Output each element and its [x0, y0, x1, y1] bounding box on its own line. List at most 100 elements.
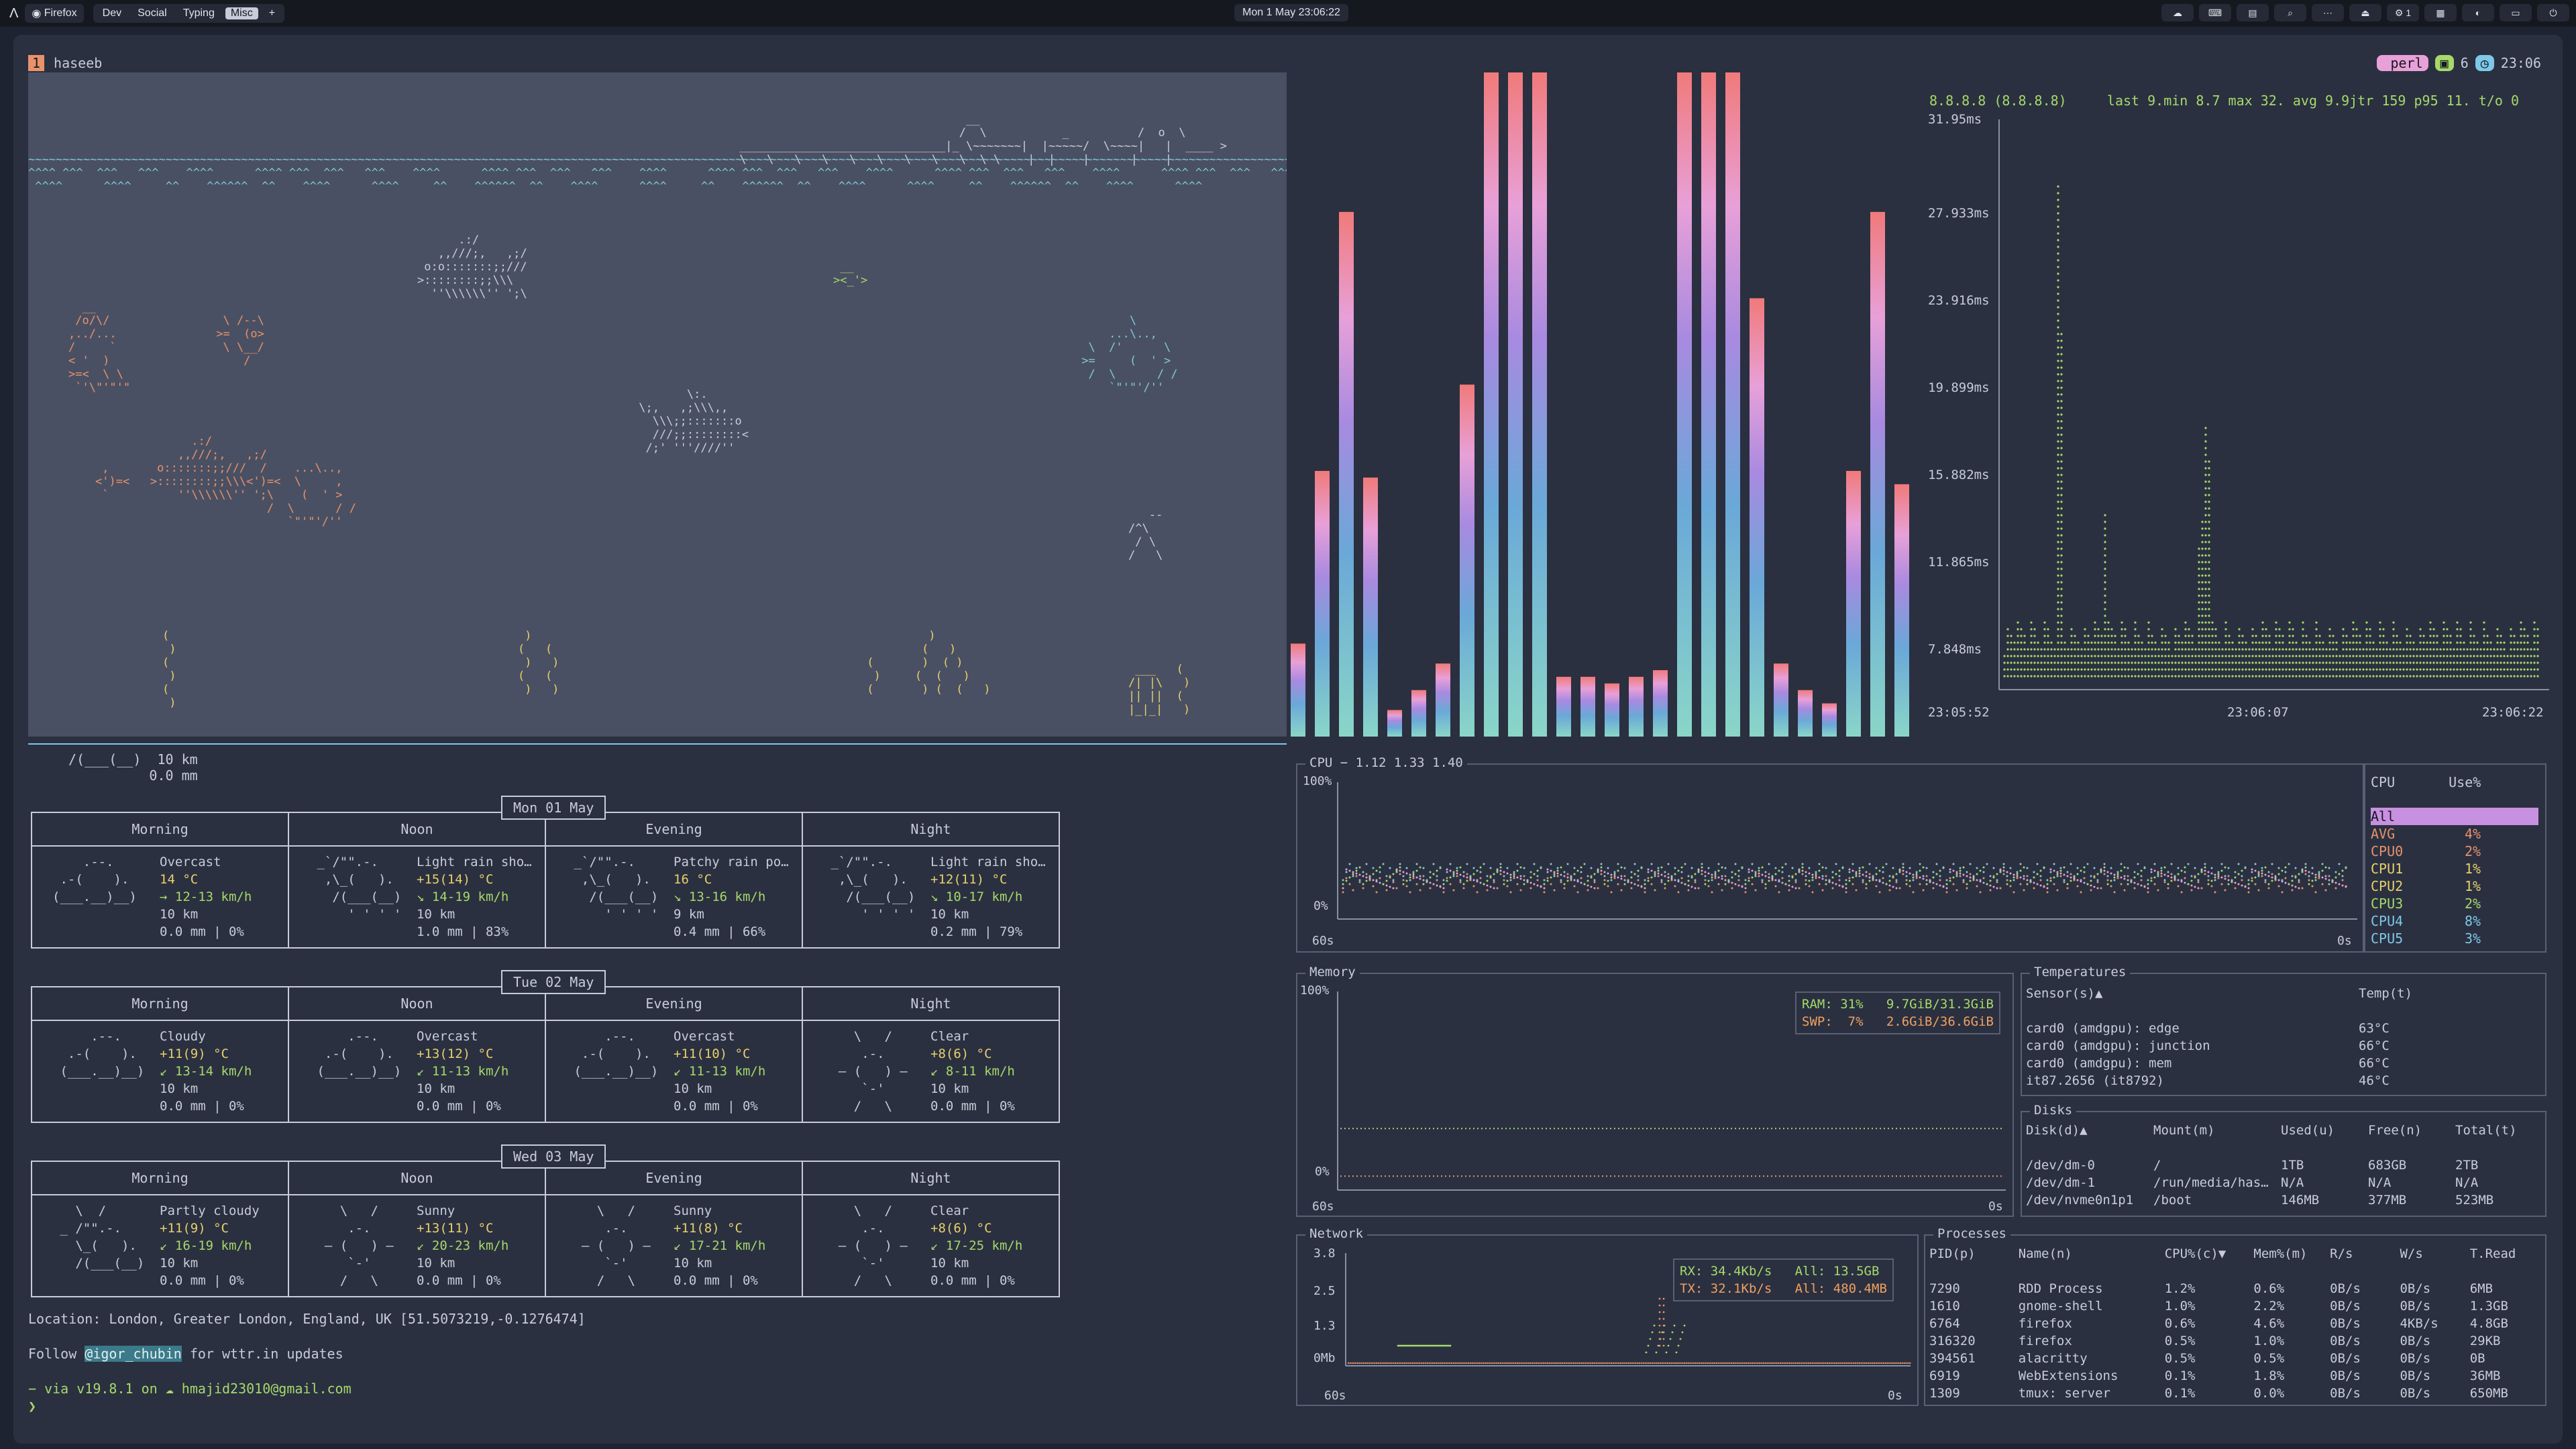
temperatures-row[interactable]: card0 (amdgpu): edge 63°C: [2026, 1020, 2536, 1037]
temperatures-column-header[interactable]: Temp(t): [2359, 985, 2493, 1002]
tray-icon-6[interactable]: ⚙ 1: [2387, 4, 2419, 21]
processes-column-header[interactable]: W/s: [2400, 1245, 2469, 1263]
tab-number: 1: [28, 55, 45, 71]
disks-column-header[interactable]: Free(n): [2368, 1122, 2455, 1139]
disks-column-header[interactable]: Used(u): [2281, 1122, 2368, 1139]
cpu-row-cpu0[interactable]: CPU0 2%: [2371, 843, 2538, 860]
forecast-rain: 0.2 mm | 79%: [930, 924, 1023, 939]
tray-icon-9[interactable]: ▭: [2500, 4, 2532, 21]
temperatures-row[interactable]: card0 (amdgpu): junction 66°C: [2026, 1037, 2536, 1055]
weather-ascii-icon: _`/"".-. ,\_( ). /(___(__) ' ' ' ': [574, 855, 659, 922]
temperatures-row[interactable]: card0 (amdgpu): mem 66°C: [2026, 1055, 2536, 1072]
firefox-icon: ◉: [32, 8, 44, 19]
period-label: Night: [910, 1170, 951, 1186]
workspace-social[interactable]: Social: [132, 7, 172, 19]
forecast-rain: 0.0 mm | 0%: [160, 924, 244, 939]
active-app[interactable]: ◉ Firefox: [25, 4, 84, 23]
windows-count: 6: [2460, 55, 2469, 71]
workspace-switcher: Dev Social Typing Misc +: [93, 4, 285, 23]
forecast-cell: _`/"".-. ,\_( ). /(___(__) ' ' ' ' Patchy…: [546, 847, 803, 947]
network-y-tick: 2.5: [1313, 1284, 1336, 1298]
forecast-temp: +11(8) °C: [674, 1221, 743, 1236]
tray-icon-0[interactable]: ☁: [2161, 4, 2194, 21]
processes-column-header[interactable]: T.Read: [2470, 1245, 2540, 1263]
forecast-vis: 9 km: [674, 907, 704, 922]
processes-column-header[interactable]: R/s: [2330, 1245, 2400, 1263]
forecast-cond: Overcast: [674, 1029, 735, 1044]
forecast-rain: 1.0 mm | 83%: [417, 924, 509, 939]
tray-icon-7[interactable]: ▦: [2424, 4, 2457, 21]
disks-row[interactable]: /dev/nvme0n1p1/boot 146MB 377MB 523MB: [2026, 1191, 2536, 1209]
disks-row[interactable]: /dev/dm-1/run/media/has… N/A N/A N/A: [2026, 1174, 2536, 1191]
period-label: Morning: [32, 813, 289, 845]
disks-column-header[interactable]: Disk(d)▲: [2026, 1122, 2153, 1139]
memory-axis-label: 0%: [1315, 1165, 1330, 1179]
processes-column-header[interactable]: Mem%(m): [2253, 1245, 2330, 1263]
follow-line: Follow @igor_chubin for wttr.in updates: [28, 1346, 343, 1362]
processes-row[interactable]: 394561 alacritty 0.5% 0.5% 0B/s 0B/s 0B: [1929, 1350, 2540, 1367]
forecast-vis: 10 km: [930, 907, 969, 922]
forecast-details: Clear +8(6) °C ↙ 8-11 km/h 10 km 0.0 mm | 0%: [930, 1028, 1015, 1115]
cpu-row-avg[interactable]: AVG 4%: [2371, 825, 2538, 843]
processes-row[interactable]: 7290 RDD Process 1.2% 0.6% 0B/s 0B/s 6MB: [1929, 1280, 2540, 1297]
tray-icon-4[interactable]: ⋯: [2312, 4, 2344, 21]
cpu-row-cpu3[interactable]: CPU3 2%: [2371, 895, 2538, 912]
seaweed: ) ( ) ( ) ( ) ) ( ( ) ( ) ( ( ): [867, 629, 991, 696]
forecast-temp: +13(12) °C: [417, 1046, 494, 1061]
temperatures-column-header[interactable]: Sensor(s)▲: [2026, 985, 2359, 1002]
twitter-handle-link[interactable]: @igor_chubin: [85, 1346, 182, 1362]
visualizer-bar: [1339, 211, 1354, 737]
tray-icon-1[interactable]: ⌨: [2199, 4, 2231, 21]
prompt-symbol[interactable]: ❯: [28, 1398, 36, 1414]
tray-icon-5[interactable]: ⏏: [2349, 4, 2381, 21]
forecast-temp: +13(11) °C: [417, 1221, 494, 1236]
processes-column-header[interactable]: Name(n): [2019, 1245, 2165, 1263]
workspace-misc[interactable]: Misc: [225, 7, 258, 19]
cpu-row-cpu5[interactable]: CPU5 3%: [2371, 930, 2538, 947]
disks-column-header[interactable]: Total(t): [2455, 1122, 2536, 1139]
cpu-pane: CPU − 1.12 1.33 1.40 100% 0% 60s 0s: [1296, 755, 2365, 953]
forecast-cond: Patchy rain po…: [674, 855, 789, 869]
weather-ascii-icon: _`/"".-. ,\_( ). /(___(__) ' ' ' ': [830, 855, 916, 922]
launcher-icon[interactable]: Λ: [9, 6, 18, 21]
cpu-row-cpu4[interactable]: CPU4 8%: [2371, 912, 2538, 930]
forecast-cell: .--. .-( ). (___.__)__) Overcast +13(12) °…: [289, 1021, 546, 1122]
add-workspace-button[interactable]: +: [264, 7, 280, 19]
processes-column-header[interactable]: PID(p): [1929, 1245, 2019, 1263]
processes-row[interactable]: 6919 WebExtensions 0.1% 1.8% 0B/s 0B/s 36MB: [1929, 1367, 2540, 1385]
tray-icon-10[interactable]: ⏻: [2537, 4, 2569, 21]
visualizer-bar: [1701, 72, 1716, 737]
network-y-tick: 0Mb: [1313, 1351, 1336, 1365]
forecast-details: Overcast 14 °C → 12-13 km/h 10 km 0.0 mm | 0…: [160, 853, 252, 941]
tray-icon-3[interactable]: ⌕: [2274, 4, 2306, 21]
workspace-dev[interactable]: Dev: [97, 7, 127, 19]
forecast-cond: Cloudy: [160, 1029, 206, 1044]
disks-column-header[interactable]: Mount(m): [2153, 1122, 2281, 1139]
castle-flag: -- /^\ / \ / \: [1128, 508, 1163, 562]
disks-pane: Disks Disk(d)▲ Mount(m) Used(u) Free(n) Tota…: [2021, 1103, 2546, 1217]
ping-y-tick: 15.882ms: [1928, 468, 1990, 482]
tmux-tab[interactable]: 1 haseeb: [28, 55, 102, 71]
clock[interactable]: Mon 1 May 23:06:22: [1234, 4, 1348, 21]
top-bar: Λ ◉ Firefox Dev Social Typing Misc + Mon 1 M…: [0, 0, 2576, 27]
workspace-typing[interactable]: Typing: [178, 7, 220, 19]
processes-row[interactable]: 316320 firefox 0.5% 1.0% 0B/s 0B/s 29KB: [1929, 1332, 2540, 1350]
forecast-wind: ↙ 17-25 km/h: [930, 1238, 1023, 1253]
disks-row[interactable]: /dev/dm-0/1TB 683GB 2TB: [2026, 1157, 2536, 1174]
processes-row[interactable]: 1610 gnome-shell 1.0% 2.2% 0B/s 0B/s 1.3GB: [1929, 1297, 2540, 1315]
forecast-day-table: Morning Noon Evening Night .--. .-( ). (___…: [31, 986, 1060, 1123]
ping-y-tick: 7.848ms: [1928, 642, 1982, 657]
tray-icon-8[interactable]: ◐: [2462, 4, 2494, 21]
forecast-vis: 10 km: [674, 1256, 712, 1271]
tray-icon-2[interactable]: ▤: [2237, 4, 2269, 21]
cpu-row-cpu2[interactable]: CPU2 1%: [2371, 877, 2538, 895]
processes-row[interactable]: 1309 tmux: server 0.1% 0.0% 0B/s 0B/s 650MB: [1929, 1385, 2540, 1402]
weather-ascii-icon: .--. .-( ). (___.__)__): [60, 1029, 145, 1079]
memory-pane: Memory 100% 0% 60s 0s RAM: 31% 9.7GiB/31.3G…: [1296, 965, 2014, 1217]
temperatures-row[interactable]: it87.2656 (it8792) 46°C: [2026, 1072, 2536, 1089]
memory-title: Memory: [1305, 965, 1360, 979]
processes-column-header[interactable]: CPU%(c)▼: [2165, 1245, 2254, 1263]
processes-row[interactable]: 6764 firefox 0.6% 4.6% 0B/s 4KB/s 4.8GB: [1929, 1315, 2540, 1332]
cpu-row-cpu1[interactable]: CPU1 1%: [2371, 860, 2538, 877]
cpu-row-all[interactable]: All: [2371, 808, 2538, 825]
